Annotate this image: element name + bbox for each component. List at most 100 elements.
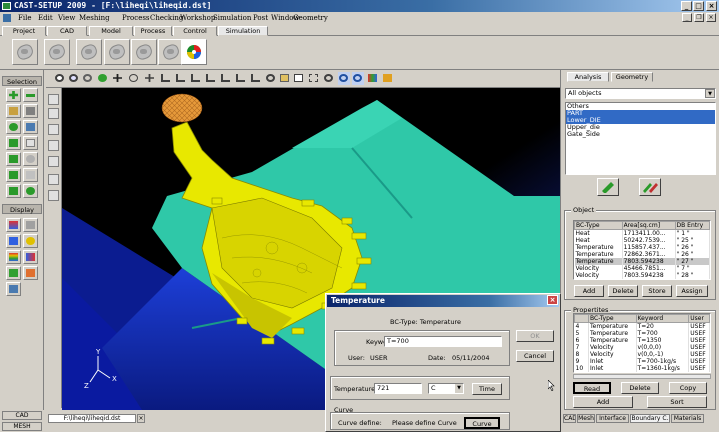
tool-icon[interactable]: [48, 190, 59, 201]
menu-post[interactable]: Post: [253, 12, 268, 24]
table-row[interactable]: 10 Inlet T=1360-1kg/s USEF: [574, 365, 710, 372]
ok-button[interactable]: OK: [516, 330, 554, 342]
rotate-3d-icon[interactable]: [128, 72, 140, 85]
menu-workshop[interactable]: Workshop: [180, 12, 215, 24]
copy-button[interactable]: Copy: [669, 382, 707, 394]
tool-icon[interactable]: [48, 124, 59, 135]
cube-view-icon[interactable]: [279, 72, 291, 85]
export-icon[interactable]: [23, 168, 38, 182]
list-item[interactable]: Gate_Side: [566, 131, 715, 138]
clip-plane-icon[interactable]: [6, 266, 21, 280]
document-icon[interactable]: [3, 14, 11, 22]
select-material-icon[interactable]: [6, 152, 21, 166]
keyword-input[interactable]: T=700: [384, 336, 502, 347]
delete-button[interactable]: Delete: [608, 285, 638, 297]
table-row[interactable]: 6 Temperature T=1350 USEF: [574, 337, 710, 344]
curve-button[interactable]: Curve: [464, 417, 500, 429]
zoom-fit-icon[interactable]: [265, 72, 277, 85]
table-row[interactable]: Velocity 7803.594238 " 28 ": [574, 272, 710, 279]
tool-icon[interactable]: [48, 94, 59, 105]
tool-icon[interactable]: [48, 140, 59, 151]
maximize-button[interactable]: □: [693, 1, 704, 11]
cast-part-icon[interactable]: [104, 39, 130, 65]
tool-icon[interactable]: [48, 108, 59, 119]
table-row[interactable]: 7 Velocity v(0,0,0) USEF: [574, 344, 710, 351]
time-button[interactable]: Time: [472, 383, 502, 395]
properties-table[interactable]: BC-Type Keyword User 4 Temperature T=20 USE…: [573, 313, 711, 373]
view-bottom-icon[interactable]: [235, 72, 247, 85]
rotate-icon[interactable]: [82, 72, 94, 85]
table-row[interactable]: Heat 50242.7539... " 25 ": [574, 237, 710, 244]
info-icon[interactable]: [23, 184, 38, 198]
menu-file[interactable]: File: [18, 12, 31, 24]
table-row[interactable]: 8 Velocity v(0,0,-1) USEF: [574, 351, 710, 358]
color-legend-icon[interactable]: [23, 250, 38, 264]
lamp-icon[interactable]: [23, 234, 38, 248]
list-item[interactable]: Others: [566, 103, 715, 110]
zoom-in-icon[interactable]: [68, 72, 80, 85]
menu-edit[interactable]: Edit: [38, 12, 53, 24]
table-row[interactable]: 4 Temperature T=20 USEF: [574, 322, 710, 330]
column-header[interactable]: DB Entry: [674, 221, 710, 230]
chart-icon[interactable]: [382, 72, 394, 85]
close-document-icon[interactable]: ×: [137, 414, 145, 423]
probe-icon[interactable]: [352, 72, 364, 85]
table-row[interactable]: Temperature 115857.437... " 26 ": [574, 244, 710, 251]
cad-tab[interactable]: CAD: [2, 411, 42, 420]
column-header[interactable]: Area[sq.cm]: [621, 221, 676, 230]
view-right-icon[interactable]: [205, 72, 217, 85]
cast-part-icon[interactable]: [44, 39, 70, 65]
zoom-icon[interactable]: [54, 72, 66, 85]
section-icon[interactable]: [23, 266, 38, 280]
menu-checking[interactable]: Checking: [150, 12, 183, 24]
tab-control[interactable]: Control: [173, 26, 217, 36]
zoom-window-icon[interactable]: [323, 72, 335, 85]
tool-icon[interactable]: [48, 156, 59, 167]
select-material-icon[interactable]: [23, 152, 38, 166]
select-face-icon[interactable]: [23, 120, 38, 134]
chart-icon[interactable]: [6, 282, 21, 296]
doc-restore-button[interactable]: ❐: [694, 13, 704, 22]
edit-pen-button[interactable]: [597, 178, 619, 196]
pan-icon[interactable]: [112, 72, 124, 85]
minimize-button[interactable]: _: [681, 1, 692, 11]
tab-analysis[interactable]: Analysis: [567, 72, 609, 82]
select-all-icon[interactable]: [6, 120, 21, 134]
remove-selection-icon[interactable]: [23, 88, 38, 102]
tab-simulation[interactable]: Simulation: [218, 26, 268, 36]
close-button[interactable]: ×: [706, 1, 717, 11]
simulation-color-wheel-icon[interactable]: [181, 39, 207, 65]
mesh-display-icon[interactable]: [6, 234, 21, 248]
cast-part-icon[interactable]: [76, 39, 102, 65]
color-scale-icon[interactable]: [6, 250, 21, 264]
add-selection-icon[interactable]: [6, 88, 21, 102]
bc-table[interactable]: BC-Type Area[sq.cm] DB Entry Heat 1713411…: [573, 220, 711, 280]
shaded-display-icon[interactable]: [6, 218, 21, 232]
column-header[interactable]: Keyword: [635, 314, 690, 323]
tab-materials[interactable]: Materials: [671, 414, 704, 423]
column-header[interactable]: BC-Type: [588, 314, 637, 323]
chevron-down-icon[interactable]: ▼: [455, 384, 463, 393]
table-row[interactable]: Heat 1713411.00... " 1 ": [574, 229, 710, 237]
table-row[interactable]: 9 Inlet T=700-1kg/s USEF: [574, 358, 710, 365]
mesh-tab[interactable]: MESH: [2, 422, 42, 431]
select-layer-icon[interactable]: [23, 136, 38, 150]
view-top-icon[interactable]: [220, 72, 232, 85]
chevron-down-icon[interactable]: ▼: [705, 89, 715, 98]
move-icon[interactable]: [144, 72, 156, 85]
cast-part-icon[interactable]: [131, 39, 157, 65]
pick-zoom-icon[interactable]: [338, 72, 350, 85]
zoom-region-icon[interactable]: [308, 72, 320, 85]
view-iso-icon[interactable]: [250, 72, 262, 85]
sort-button[interactable]: Sort: [647, 396, 707, 408]
view-front-icon[interactable]: [160, 72, 172, 85]
menu-geometry[interactable]: Geometry: [293, 12, 328, 24]
menu-simulation[interactable]: Simulation: [213, 12, 251, 24]
assign-button[interactable]: Assign: [676, 285, 708, 297]
properties-delete-button[interactable]: Delete: [621, 382, 659, 394]
column-header[interactable]: User: [688, 314, 710, 323]
store-button[interactable]: Store: [642, 285, 672, 297]
load-icon[interactable]: [6, 184, 21, 198]
column-header[interactable]: [574, 314, 589, 323]
edit-pens-button[interactable]: [639, 178, 661, 196]
